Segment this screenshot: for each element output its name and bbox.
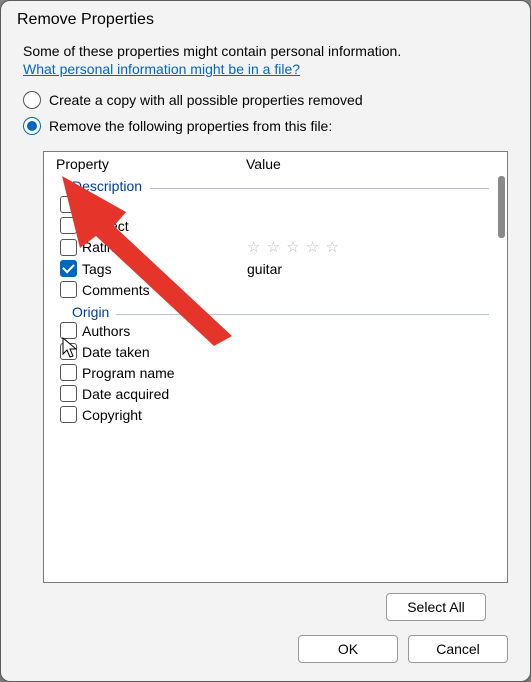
checkbox-date-taken[interactable] [60, 343, 77, 360]
intro-text: Some of these properties might contain p… [23, 43, 508, 59]
checkbox-tags[interactable] [60, 260, 77, 277]
row-rating[interactable]: Rating ☆ ☆ ☆ ☆ ☆ [54, 236, 507, 258]
radio-label: Create a copy with all possible properti… [49, 92, 363, 108]
checkbox-title[interactable] [60, 196, 77, 213]
label-subject: Subject [82, 218, 247, 234]
label-title: Title [82, 197, 247, 213]
column-property[interactable]: Property [56, 156, 246, 172]
row-program-name[interactable]: Program name [54, 362, 507, 383]
list-body: Description Title Subject Rating ☆ ☆ ☆ ☆… [44, 174, 507, 582]
label-comments: Comments [82, 282, 247, 298]
dialog-content: Some of these properties might contain p… [1, 37, 530, 621]
list-header: Property Value [44, 152, 507, 174]
column-value[interactable]: Value [246, 156, 507, 172]
row-comments[interactable]: Comments [54, 279, 507, 300]
row-subject[interactable]: Subject [54, 215, 507, 236]
row-title[interactable]: Title [54, 194, 507, 215]
label-date-taken: Date taken [82, 344, 247, 360]
properties-list: Property Value Description Title Subject [43, 151, 508, 583]
group-origin: Origin [54, 300, 507, 320]
select-all-row: Select All [23, 583, 508, 621]
checkbox-subject[interactable] [60, 217, 77, 234]
remove-properties-dialog: Remove Properties Some of these properti… [0, 0, 531, 682]
checkbox-copyright[interactable] [60, 406, 77, 423]
dialog-footer: OK Cancel [1, 621, 530, 681]
ok-button[interactable]: OK [298, 635, 398, 663]
radio-create-copy[interactable]: Create a copy with all possible properti… [23, 91, 508, 109]
label-program-name: Program name [82, 365, 247, 381]
label-date-acquired: Date acquired [82, 386, 247, 402]
row-tags[interactable]: Tags guitar [54, 258, 507, 279]
row-authors[interactable]: Authors [54, 320, 507, 341]
label-authors: Authors [82, 323, 247, 339]
radio-remove-following[interactable]: Remove the following properties from thi… [23, 117, 508, 135]
value-tags: guitar [247, 261, 507, 277]
label-rating: Rating [82, 239, 247, 255]
checkbox-program-name[interactable] [60, 364, 77, 381]
cancel-button[interactable]: Cancel [408, 635, 508, 663]
radio-icon [23, 91, 41, 109]
checkbox-comments[interactable] [60, 281, 77, 298]
group-description: Description [54, 174, 507, 194]
radio-icon [23, 117, 41, 135]
value-rating: ☆ ☆ ☆ ☆ ☆ [247, 238, 507, 256]
checkbox-rating[interactable] [60, 239, 77, 256]
row-date-taken[interactable]: Date taken [54, 341, 507, 362]
help-link[interactable]: What personal information might be in a … [23, 61, 508, 77]
label-copyright: Copyright [82, 407, 247, 423]
row-copyright[interactable]: Copyright [54, 404, 507, 425]
radio-label: Remove the following properties from thi… [49, 118, 332, 134]
dialog-title: Remove Properties [1, 1, 530, 37]
row-date-acquired[interactable]: Date acquired [54, 383, 507, 404]
label-tags: Tags [82, 261, 247, 277]
select-all-button[interactable]: Select All [386, 593, 486, 621]
checkbox-date-acquired[interactable] [60, 385, 77, 402]
checkbox-authors[interactable] [60, 322, 77, 339]
